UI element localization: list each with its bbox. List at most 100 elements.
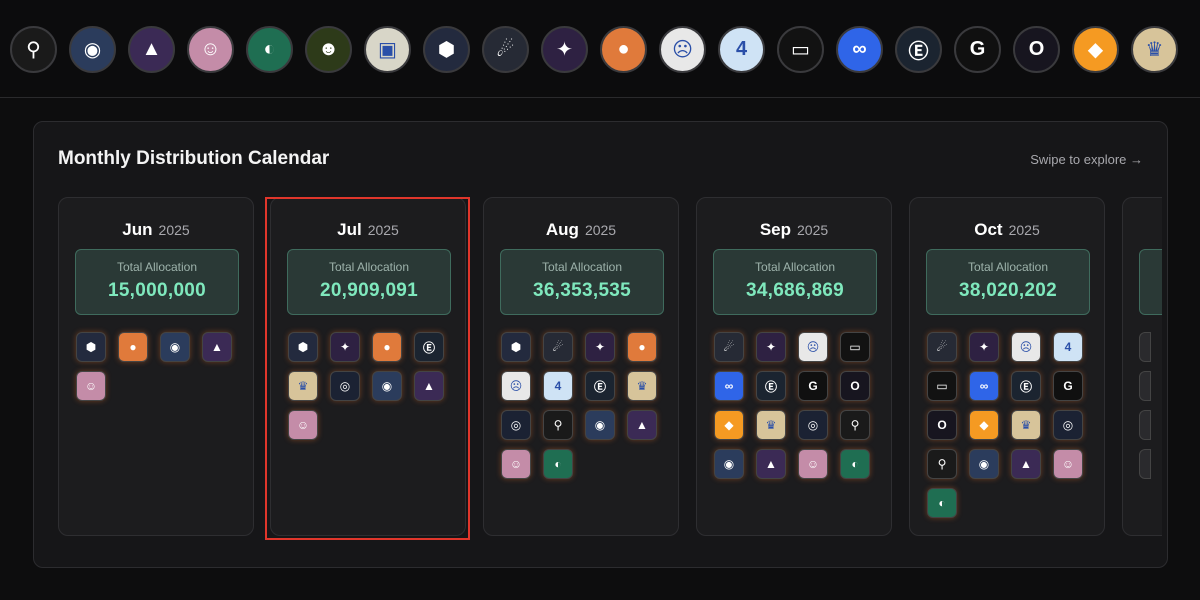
month-heading: Aug 2025: [484, 220, 678, 240]
green-agent-avatar[interactable]: ☻: [305, 26, 352, 73]
project-icon[interactable]: ☺: [288, 410, 318, 440]
project-icon[interactable]: ☺: [1053, 449, 1083, 479]
project-icon[interactable]: ●: [372, 332, 402, 362]
duck-avatar[interactable]: ◆: [1072, 26, 1119, 73]
month-card-aug[interactable]: Aug 2025 Total Allocation 36,353,535 ⬢ ☄ ✦ ● ☹ 4 Ⓔ…: [483, 197, 679, 536]
project-icon[interactable]: Ⓔ: [585, 371, 615, 401]
project-icon[interactable]: ☄: [714, 332, 744, 362]
number-four-icon: 4: [735, 38, 748, 60]
project-icon[interactable]: ∞: [714, 371, 744, 401]
project-icon[interactable]: ⚲: [543, 410, 573, 440]
white-bot-avatar[interactable]: ▭: [777, 26, 824, 73]
project-icon[interactable]: ✦: [585, 332, 615, 362]
orange-cat-avatar[interactable]: ●: [600, 26, 647, 73]
project-icon[interactable]: ✦: [330, 332, 360, 362]
project-icon[interactable]: ⬢: [501, 332, 531, 362]
project-icon[interactable]: ◆: [969, 410, 999, 440]
blue-loop-avatar[interactable]: ∞: [836, 26, 883, 73]
project-icon[interactable]: ◎: [330, 371, 360, 401]
project-icon[interactable]: ▲: [202, 332, 232, 362]
project-icon[interactable]: ⚲: [840, 410, 870, 440]
yellow-robot-avatar[interactable]: ▣: [364, 26, 411, 73]
project-icon[interactable]: ▲: [414, 371, 444, 401]
robot-runner-avatar[interactable]: ☄: [482, 26, 529, 73]
of-logo-avatar[interactable]: O: [1013, 26, 1060, 73]
project-icon[interactable]: ✦: [756, 332, 786, 362]
number-four-avatar[interactable]: 4: [718, 26, 765, 73]
circle-e-avatar[interactable]: Ⓔ: [895, 26, 942, 73]
project-icon[interactable]: ⬢: [76, 332, 106, 362]
green-leaf-avatar[interactable]: ◐: [246, 26, 293, 73]
project-icon[interactable]: ◉: [585, 410, 615, 440]
swipe-to-explore-link[interactable]: Swipe to explore →: [1030, 152, 1143, 167]
project-icon[interactable]: ◎: [501, 410, 531, 440]
project-icon[interactable]: ◐: [543, 449, 573, 479]
cube-avatar[interactable]: ⬢: [423, 26, 470, 73]
project-icon[interactable]: O: [927, 410, 957, 440]
project-icon[interactable]: G: [798, 371, 828, 401]
project-icon[interactable]: ◎: [1053, 410, 1083, 440]
month-card-sep[interactable]: Sep 2025 Total Allocation 34,686,869 ☄ ✦ ☹ ▭ ∞ Ⓔ G…: [696, 197, 892, 536]
partial-icon: [1139, 371, 1151, 401]
sketch-face-avatar[interactable]: ☹: [659, 26, 706, 73]
project-icon[interactable]: ◐: [927, 488, 957, 518]
cyborg-avatar[interactable]: ◉: [69, 26, 116, 73]
project-icon-grid: ☄ ✦ ☹ ▭ ∞ Ⓔ G O ◆ ♛ ◎ ⚲ ◉ ▲ ☺ ◐: [714, 332, 884, 479]
project-icon[interactable]: ◆: [714, 410, 744, 440]
project-icon[interactable]: ◎: [798, 410, 828, 440]
project-icon[interactable]: ☺: [798, 449, 828, 479]
ainalyst-avatar[interactable]: ✦: [541, 26, 588, 73]
project-icon-grid: ⬢ ☄ ✦ ● ☹ 4 Ⓔ ♛ ◎ ⚲ ◉ ▲ ☺ ◐: [501, 332, 671, 479]
project-icon[interactable]: 4: [1053, 332, 1083, 362]
project-icon[interactable]: ∞: [969, 371, 999, 401]
project-icon[interactable]: Ⓔ: [756, 371, 786, 401]
month-name: Aug: [545, 220, 579, 239]
project-icon[interactable]: ♛: [288, 371, 318, 401]
project-icon[interactable]: ⬢: [288, 332, 318, 362]
hooded-figure-avatar[interactable]: ▲: [128, 26, 175, 73]
search-avatar[interactable]: ⚲: [10, 26, 57, 73]
month-heading: Jun 2025: [59, 220, 253, 240]
next-month-card-partial[interactable]: [1122, 197, 1162, 536]
search-icon: ⚲: [26, 39, 41, 61]
anime-girl-avatar[interactable]: ☺: [187, 26, 234, 73]
yellow-robot-icon: ▣: [378, 39, 397, 61]
project-icon[interactable]: ✦: [969, 332, 999, 362]
project-icon[interactable]: O: [840, 371, 870, 401]
month-card-jul[interactable]: Jul 2025 Total Allocation 20,909,091 ⬢ ✦ ● Ⓔ ♛ ◎ ◉…: [270, 197, 466, 536]
month-name: Oct: [974, 220, 1003, 239]
project-icon[interactable]: ◉: [372, 371, 402, 401]
project-icon[interactable]: ☹: [798, 332, 828, 362]
project-icon[interactable]: ☹: [501, 371, 531, 401]
project-icon[interactable]: ☄: [927, 332, 957, 362]
project-icon[interactable]: Ⓔ: [414, 332, 444, 362]
partial-icon: [1139, 332, 1151, 362]
project-icon[interactable]: ◉: [160, 332, 190, 362]
project-icon[interactable]: Ⓔ: [1011, 371, 1041, 401]
project-icon[interactable]: ⚲: [927, 449, 957, 479]
month-card-oct[interactable]: Oct 2025 Total Allocation 38,020,202 ☄ ✦ ☹ 4 ▭ ∞ Ⓔ…: [909, 197, 1105, 536]
project-icon[interactable]: ●: [627, 332, 657, 362]
anime-girl-icon: ☺: [200, 38, 221, 60]
project-icon[interactable]: ◐: [840, 449, 870, 479]
project-icon[interactable]: ♛: [627, 371, 657, 401]
project-icon[interactable]: ☺: [501, 449, 531, 479]
project-icon[interactable]: ●: [118, 332, 148, 362]
g-logo-avatar[interactable]: G: [954, 26, 1001, 73]
project-icon[interactable]: G: [1053, 371, 1083, 401]
project-icon[interactable]: ▲: [756, 449, 786, 479]
project-icon[interactable]: ▭: [927, 371, 957, 401]
project-icon[interactable]: ☺: [76, 371, 106, 401]
month-card-jun[interactable]: Jun 2025 Total Allocation 15,000,000 ⬢ ● ◉ ▲ ☺: [58, 197, 254, 536]
project-icon[interactable]: ▲: [1011, 449, 1041, 479]
blonde-girl-avatar[interactable]: ♛: [1131, 26, 1178, 73]
project-icon[interactable]: ▭: [840, 332, 870, 362]
project-icon[interactable]: ♛: [1011, 410, 1041, 440]
project-icon[interactable]: ◉: [969, 449, 999, 479]
project-icon[interactable]: 4: [543, 371, 573, 401]
project-icon[interactable]: ▲: [627, 410, 657, 440]
project-icon[interactable]: ☄: [543, 332, 573, 362]
project-icon[interactable]: ☹: [1011, 332, 1041, 362]
project-icon[interactable]: ◉: [714, 449, 744, 479]
project-icon[interactable]: ♛: [756, 410, 786, 440]
